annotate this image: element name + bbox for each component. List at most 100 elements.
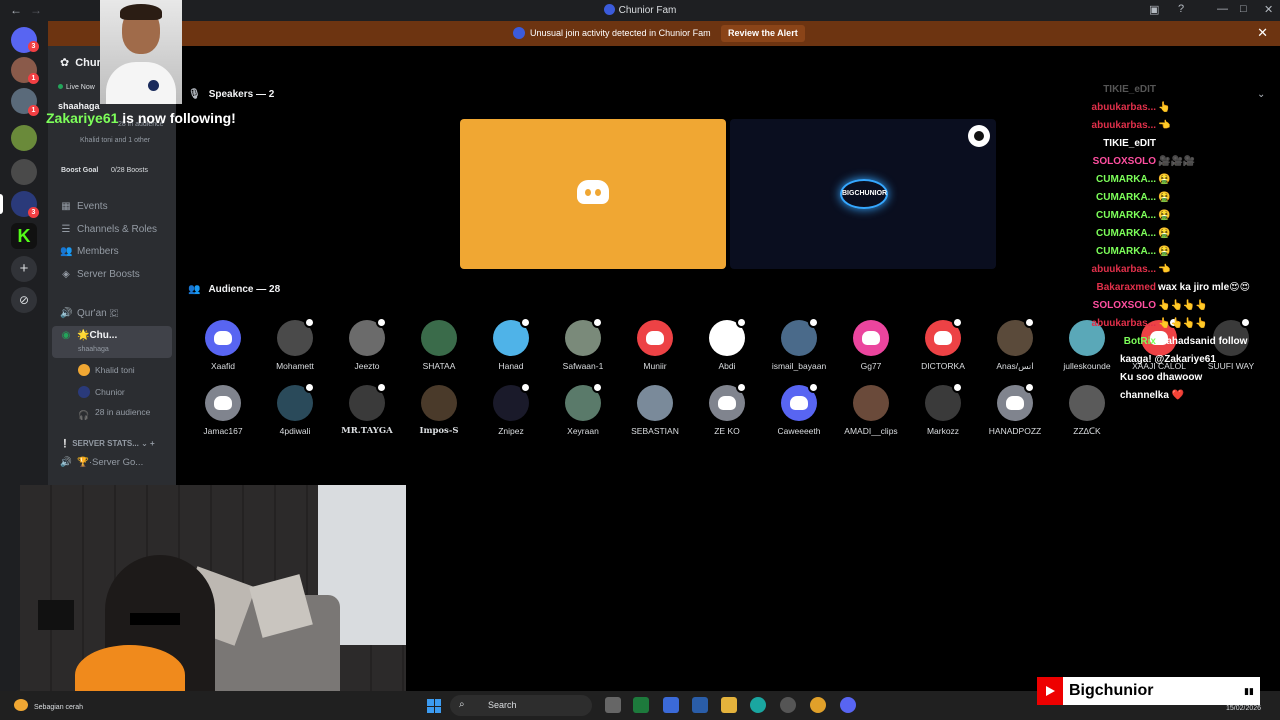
boost-goal[interactable]: Boost Goal 0/28 Boosts (56, 162, 168, 179)
edge-icon[interactable] (750, 697, 766, 713)
members-icon: 👥 (60, 246, 73, 257)
audience-member[interactable]: Xaafid (193, 320, 253, 371)
file-explorer-icon[interactable] (721, 697, 737, 713)
chat-text: 🎥🎥🎥 (1158, 156, 1196, 167)
category-server-stats[interactable]: ❕ SERVER STATS... ⌄ + (60, 439, 155, 448)
discord-taskbar-icon[interactable] (840, 697, 856, 713)
audience-member[interactable]: Markozz (913, 382, 973, 436)
live-indicator: Live Now (58, 84, 95, 91)
muted-mic-icon (592, 382, 603, 393)
sidebar-item-channels-roles[interactable]: ☰ Channels & Roles (60, 224, 158, 235)
minimize-icon[interactable]: — (1217, 3, 1228, 15)
chrome-icon[interactable] (810, 697, 826, 713)
audience-member-name: Gg77 (860, 361, 882, 371)
camera-icon (968, 125, 990, 147)
review-alert-button[interactable]: Review the Alert (721, 25, 805, 42)
chat-username: abuukarbas... (1091, 318, 1156, 329)
stage-member[interactable]: Khalid toni (78, 364, 135, 376)
audience-member-name: SEBASTIAN (631, 426, 679, 436)
audience-member[interactable]: Jamac167 (193, 385, 253, 436)
chat-text: 🤮 (1158, 174, 1171, 185)
m365-icon[interactable] (663, 697, 679, 713)
audience-member-name: Xaafid (210, 361, 236, 371)
discover-icon[interactable]: ⊘ (11, 287, 37, 313)
audience-member-name: 4pdiwali (279, 426, 311, 436)
audience-member[interactable]: Impos-S (409, 385, 469, 436)
stat-channel[interactable]: 🔊 🏆·Server Go... (60, 457, 143, 468)
audience-member[interactable]: Caweeeeth (769, 382, 829, 436)
stage-channel[interactable]: ◉ 🌟Chu... (60, 330, 118, 341)
add-server-icon[interactable]: + (11, 256, 37, 282)
avatar (853, 320, 889, 356)
start-button[interactable] (427, 699, 441, 713)
boost-icon: ◈ (62, 269, 70, 280)
avatar (493, 317, 531, 356)
chat-message: abuukarbas... 👆 (1040, 102, 1270, 120)
avatar (78, 364, 90, 376)
speaker-tile[interactable] (460, 119, 726, 269)
audience-member[interactable]: Muniir (625, 320, 685, 371)
audience-member[interactable]: Abdi (697, 317, 757, 371)
speaker-tile[interactable]: BIGCHUNIOR (730, 119, 996, 269)
audience-member-name: Mohamett (276, 361, 314, 371)
excel-icon[interactable] (633, 697, 649, 713)
alert-text: Unusual join activity detected in Chunio… (530, 28, 711, 38)
audience-member[interactable]: Znipez (481, 382, 541, 436)
audience-member[interactable]: Safwaan-1 (553, 317, 613, 371)
audience-member[interactable]: 4pdiwali (265, 382, 325, 436)
chat-text: channelka ❤️ (1120, 390, 1185, 401)
muted-mic-icon (1024, 317, 1035, 328)
audience-member-name: Abdi (718, 361, 736, 371)
help-icon[interactable]: ? (1178, 3, 1184, 15)
sidebar-item-events[interactable]: ▦ Events (60, 201, 107, 212)
channel-name: Bigchunior (1069, 682, 1154, 699)
muted-mic-icon (952, 382, 963, 393)
audience-member[interactable]: Hanad (481, 317, 541, 371)
app-icon[interactable] (780, 697, 796, 713)
store-icon[interactable] (692, 697, 708, 713)
kick-server-icon[interactable]: K (11, 223, 37, 249)
weather-icon (14, 699, 28, 711)
window-title: Chunior Fam (0, 4, 1280, 16)
audience-member[interactable]: Xeyraan (553, 382, 613, 436)
audience-member[interactable]: Jeezto (337, 317, 397, 371)
sidebar-item-members[interactable]: 👥 Members (60, 246, 119, 257)
live-dot (58, 84, 63, 89)
audience-member[interactable]: Gg77 (841, 320, 901, 371)
taskbar-search[interactable]: ⌕ Search (450, 695, 592, 716)
server-header[interactable]: ✿ Chur (60, 56, 101, 69)
voice-channel[interactable]: 🔊 Qur'an 🇨 (60, 308, 118, 319)
chat-username: TIKIE_eDIT (1103, 84, 1156, 95)
list-icon: ☰ (61, 224, 71, 235)
server-icon-4[interactable] (11, 159, 37, 185)
stage-member[interactable]: Chunior (78, 386, 125, 398)
chat-text: 👆👆👆👆 (1158, 300, 1208, 311)
audience-member[interactable]: ismail_bayaan (769, 317, 829, 371)
audience-member[interactable]: HANADPOZZ (985, 382, 1045, 436)
chat-username: CUMARKA... (1096, 210, 1156, 221)
chat-text: 🤮 (1158, 246, 1171, 257)
gear-icon: ✿ (60, 57, 70, 69)
audience-member[interactable]: MR.TAYGA (337, 382, 397, 436)
close-icon[interactable]: ✕ (1257, 25, 1268, 41)
audience-member[interactable]: DICTORKA (913, 317, 973, 371)
weather-text: Sebagian cerah (34, 704, 84, 711)
channel-brand: Bigchunior ▮▮ (1037, 677, 1260, 705)
audience-member[interactable]: Mohamett (265, 317, 325, 371)
audience-member[interactable]: SHATAA (409, 320, 469, 371)
chat-username: CUMARKA... (1096, 228, 1156, 239)
audience-member[interactable]: Anas/انس (985, 317, 1045, 372)
stage-audience[interactable]: 🎧 28 in audience (78, 407, 150, 422)
audience-member[interactable]: SEBASTIAN (625, 385, 685, 436)
chat-message: CUMARKA... 🤮 (1040, 210, 1270, 228)
audience-member[interactable]: ZE KO (697, 382, 757, 436)
maximize-icon[interactable]: □ (1240, 3, 1247, 15)
close-window-icon[interactable]: ✕ (1264, 3, 1273, 16)
audience-member[interactable]: AMADI__clips (841, 385, 901, 436)
sidebar-item-server-boosts[interactable]: ◈ Server Boosts (60, 269, 140, 280)
server-icon-3[interactable] (11, 125, 37, 151)
inbox-icon[interactable]: ▣ (1149, 3, 1159, 16)
audience-member-name: Safwaan-1 (562, 361, 604, 371)
task-view-icon[interactable] (605, 697, 621, 713)
chat-message: Bakaraxmed wax ka jiro mle😍😍 (1040, 282, 1270, 300)
